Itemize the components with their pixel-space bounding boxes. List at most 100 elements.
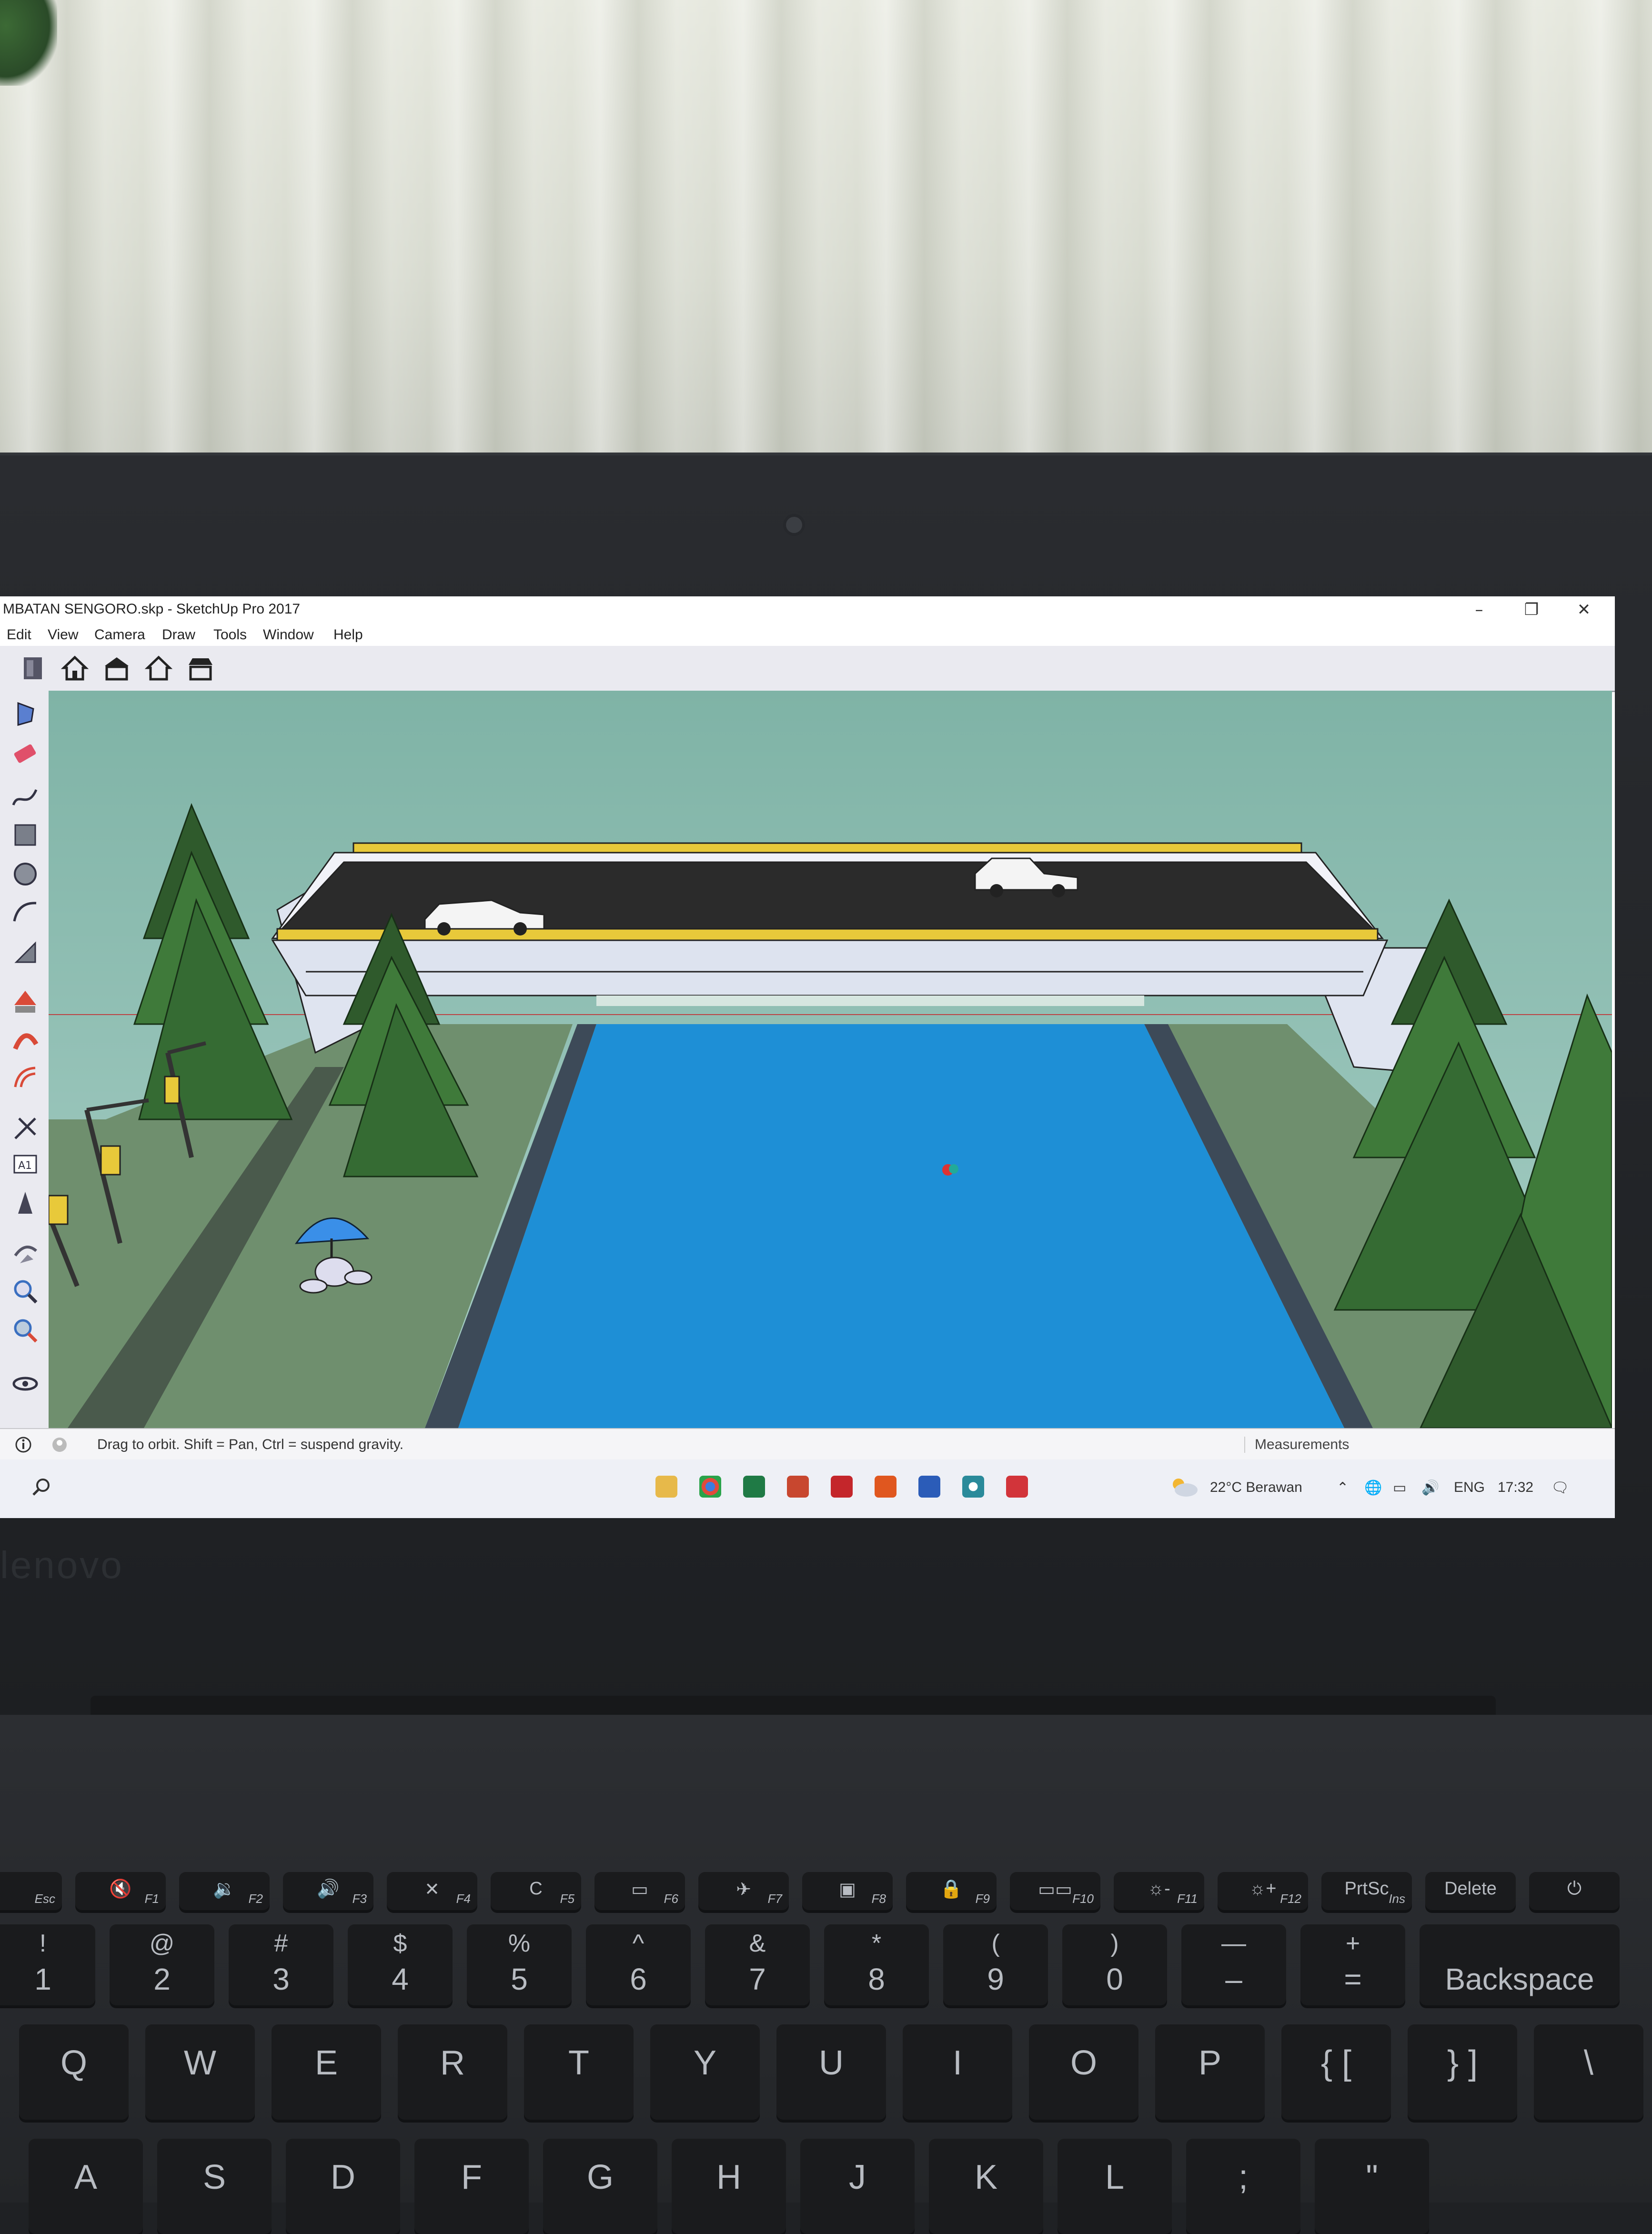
front-view-icon[interactable]: [101, 653, 132, 684]
push-pull-icon[interactable]: [9, 986, 42, 1019]
excel-icon[interactable]: [743, 1476, 765, 1498]
follow-me-icon[interactable]: [9, 1025, 42, 1058]
number-key[interactable]: % 5: [467, 1924, 572, 2005]
letter-key[interactable]: ;: [1186, 2139, 1300, 2234]
select-icon[interactable]: [9, 697, 42, 731]
letter-key[interactable]: Q: [19, 2024, 129, 2120]
letter-key[interactable]: I: [903, 2024, 1012, 2120]
volume-icon[interactable]: 🔊: [1421, 1479, 1439, 1496]
menu-edit[interactable]: Edit: [7, 627, 31, 643]
letter-key[interactable]: P: [1155, 2024, 1265, 2120]
back-view-icon[interactable]: [185, 653, 216, 684]
component-icon[interactable]: [17, 653, 49, 684]
info-icon[interactable]: [14, 1436, 32, 1454]
number-key[interactable]: (9: [943, 1924, 1048, 2005]
letter-key[interactable]: T: [524, 2024, 634, 2120]
3d-text-icon[interactable]: [9, 1186, 42, 1219]
menu-window[interactable]: Window: [263, 627, 314, 643]
menu-camera[interactable]: Camera: [94, 627, 145, 643]
close-button[interactable]: ✕: [1562, 597, 1605, 622]
letter-key[interactable]: A: [29, 2139, 143, 2234]
letter-key[interactable]: ": [1315, 2139, 1429, 2234]
number-key[interactable]: Backspace: [1420, 1924, 1620, 2005]
letter-key[interactable]: \: [1534, 2024, 1643, 2120]
text-icon[interactable]: A1: [9, 1149, 42, 1182]
function-key[interactable]: 🔊 F3: [283, 1872, 373, 1910]
menu-view[interactable]: View: [48, 627, 78, 643]
letter-key[interactable]: Y: [650, 2024, 760, 2120]
number-key[interactable]: + =: [1300, 1924, 1405, 2005]
polygon-icon[interactable]: [9, 857, 42, 891]
number-key[interactable]: ! 1: [0, 1924, 95, 2005]
zoom-icon[interactable]: [9, 1314, 42, 1347]
browser-icon[interactable]: [962, 1476, 984, 1498]
function-key[interactable]: PrtSc Ins: [1321, 1872, 1412, 1910]
letter-key[interactable]: D: [286, 2139, 400, 2234]
home-view-icon[interactable]: [59, 653, 91, 684]
sketchup-layout-icon[interactable]: [875, 1476, 897, 1498]
arc-icon[interactable]: [9, 896, 42, 930]
letter-key[interactable]: J: [800, 2139, 915, 2234]
number-key[interactable]: — –: [1181, 1924, 1286, 2005]
letter-key[interactable]: } ]: [1408, 2024, 1517, 2120]
number-key[interactable]: ^ 6: [586, 1924, 691, 2005]
number-key[interactable]: ) 0: [1062, 1924, 1167, 2005]
word-icon[interactable]: [918, 1476, 940, 1498]
letter-key[interactable]: R: [398, 2024, 507, 2120]
function-key[interactable]: 🔒 F9: [906, 1872, 997, 1910]
number-key[interactable]: * 8: [824, 1924, 929, 2005]
function-key[interactable]: ▭ F6: [594, 1872, 685, 1910]
letter-key[interactable]: F: [414, 2139, 529, 2234]
letter-key[interactable]: L: [1058, 2139, 1172, 2234]
rectangle-icon[interactable]: [9, 818, 42, 852]
letter-key[interactable]: H: [672, 2139, 786, 2234]
freehand-icon[interactable]: [9, 781, 42, 815]
function-key[interactable]: ✈ F7: [698, 1872, 789, 1910]
number-key[interactable]: $4: [348, 1924, 453, 2005]
weather-text[interactable]: 22°C Berawan: [1210, 1479, 1302, 1496]
function-key[interactable]: ☼- F11: [1114, 1872, 1204, 1910]
look-around-icon[interactable]: [9, 1367, 42, 1400]
measurements-box[interactable]: Measurements: [1244, 1437, 1349, 1453]
tray-chevron-up-icon[interactable]: ⌃: [1337, 1479, 1349, 1496]
number-key[interactable]: & 7: [705, 1924, 810, 2005]
function-key[interactable]: ☼+ F12: [1218, 1872, 1308, 1910]
powerpoint-icon[interactable]: [787, 1476, 809, 1498]
sketchup-icon[interactable]: [1006, 1476, 1028, 1498]
function-key[interactable]: ⏻: [1529, 1872, 1620, 1910]
pie-icon[interactable]: [9, 936, 42, 969]
menu-draw[interactable]: Draw: [162, 627, 195, 643]
menu-help[interactable]: Help: [333, 627, 363, 643]
language-indicator[interactable]: ENG: [1454, 1479, 1485, 1496]
function-key[interactable]: ✕ F4: [387, 1872, 477, 1910]
chrome-icon[interactable]: [699, 1476, 721, 1498]
acrobat-icon[interactable]: [831, 1476, 853, 1498]
letter-key[interactable]: W: [145, 2024, 255, 2120]
letter-key[interactable]: K: [929, 2139, 1043, 2234]
function-key[interactable]: ▭▭ F10: [1010, 1872, 1100, 1910]
number-key[interactable]: @2: [110, 1924, 214, 2005]
letter-key[interactable]: S: [157, 2139, 272, 2234]
function-key[interactable]: ▣ F8: [802, 1872, 893, 1910]
orbit-icon[interactable]: [9, 1237, 42, 1270]
function-key[interactable]: 🔉 F2: [179, 1872, 270, 1910]
letter-key[interactable]: G: [543, 2139, 657, 2234]
clock[interactable]: 17:32: [1498, 1479, 1533, 1496]
function-key[interactable]: C F5: [491, 1872, 581, 1910]
user-account-icon[interactable]: [50, 1436, 69, 1454]
function-key[interactable]: 🔇 F1: [75, 1872, 166, 1910]
eraser-icon[interactable]: [9, 737, 42, 771]
tape-measure-icon[interactable]: [9, 1112, 42, 1145]
house-outline-icon[interactable]: [143, 653, 174, 684]
function-key[interactable]: Delete: [1425, 1872, 1516, 1910]
file-explorer-icon[interactable]: [655, 1476, 677, 1498]
battery-icon[interactable]: ▭: [1393, 1479, 1406, 1496]
number-key[interactable]: #3: [229, 1924, 333, 2005]
letter-key[interactable]: O: [1029, 2024, 1138, 2120]
letter-key[interactable]: { [: [1281, 2024, 1391, 2120]
model-viewport[interactable]: [49, 691, 1612, 1428]
globe-icon[interactable]: 🌐: [1364, 1479, 1382, 1496]
notifications-icon[interactable]: 🗨: [1551, 1479, 1569, 1496]
offset-icon[interactable]: [9, 1061, 42, 1095]
letter-key[interactable]: U: [776, 2024, 886, 2120]
